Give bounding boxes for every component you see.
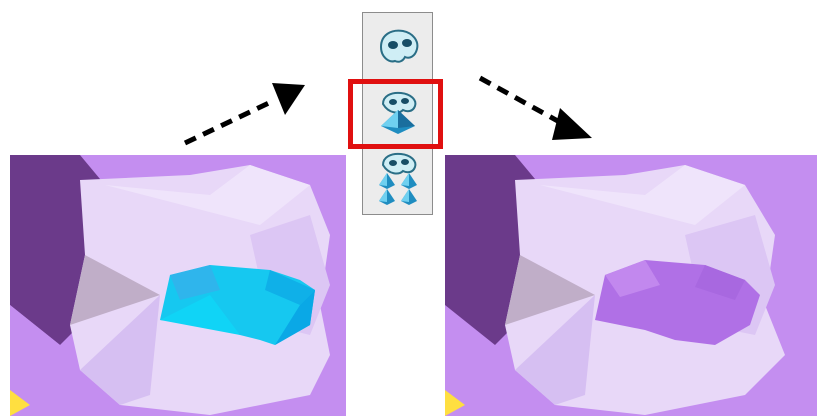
arrow-to-result <box>478 75 592 140</box>
mask-button[interactable] <box>373 23 423 73</box>
mask-multi-pyramid-icon <box>379 152 417 205</box>
mask-pyramid-button[interactable] <box>373 88 423 138</box>
before-mesh-render <box>10 155 346 416</box>
before-viewport <box>10 155 346 416</box>
after-mesh-render <box>445 155 817 416</box>
mask-multi-pyramid-button[interactable] <box>373 151 423 205</box>
after-viewport <box>445 155 817 416</box>
mask-pyramid-icon <box>381 91 417 134</box>
mask-icon <box>379 29 419 63</box>
arrow-to-toolbar <box>183 83 305 146</box>
mask-toolbar <box>362 12 433 215</box>
